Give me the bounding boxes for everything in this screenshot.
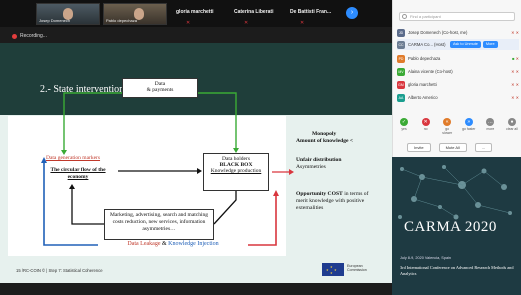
video-tile[interactable]: Pablo depechaza [103, 3, 167, 25]
injection-text: Knowledge Injection [168, 241, 219, 247]
carma-conference: 3rd International Conference on Advanced… [400, 265, 514, 276]
participant-row[interactable]: CC CARMA Co... (Host) Ask to Unmute More [397, 39, 519, 50]
reaction-go-faster[interactable]: » go faster [462, 118, 476, 135]
text-line: Monopoly [312, 131, 337, 137]
meeting-area: Josep Domenech Pablo depechaza gloria ma… [0, 0, 392, 295]
mic-video-off-icon[interactable]: ✕ ✕ [511, 30, 519, 35]
invite-button[interactable]: Invite [407, 143, 431, 152]
avatar: AA [397, 93, 405, 102]
speaker-name[interactable]: De Battisti Fran... [290, 9, 331, 15]
participant-name: CARMA Co... (Host) [408, 42, 446, 47]
box-line: & payments [146, 87, 174, 93]
ask-to-unmute-button[interactable]: Ask to Unmute [450, 41, 481, 48]
reaction-label: go slower [442, 127, 453, 135]
search-placeholder: Find a participant [410, 14, 441, 19]
avatar: GM [397, 80, 405, 89]
data-holders-box: Data holders BLACK BOX Knowledge product… [203, 153, 269, 191]
mic-off-icon: ✕ [300, 20, 305, 26]
reaction-label: more [486, 127, 495, 131]
nonverbal-reactions: ✓ yes ✕ no «go slower » go faster … more ● cl… [397, 118, 519, 135]
mic-video-off-icon[interactable]: ✕ ✕ [511, 95, 519, 100]
panel-actions: Invite Mute All ... [407, 143, 493, 152]
leakage-text: Data Leakage [127, 241, 161, 247]
avatar: PD [397, 54, 405, 63]
eu-flag-logo: ★ ★ ★ ★ [322, 263, 344, 276]
participant-name: Pablo depechaza [408, 56, 441, 61]
reaction-clear-all[interactable]: ● clear all [505, 118, 519, 135]
tile-name: Pablo depechaza [106, 18, 137, 23]
participant-row[interactable]: AA Alberto Americo ✕ ✕ [397, 92, 519, 103]
slide-footer: 15 /RC-COIN © | Step 7: Statistical Cohe… [16, 268, 103, 273]
carma-date: July 8-9, 2020 Valencia, Spain [400, 256, 452, 260]
participant-row[interactable]: GM gloria marchetti ✕ ✕ [397, 79, 519, 90]
text-line: Asymmetries [296, 164, 326, 170]
recording-label: Recording... [20, 33, 47, 39]
participant-row[interactable]: PD Pablo depechaza ■ ✕ [397, 53, 519, 64]
monopoly-text: Monopoly Amount of knowledge < [296, 131, 353, 145]
participant-row[interactable]: JD Josep Domenech (Co-host, me) ✕ ✕ [397, 27, 519, 38]
video-strip: Josep Domenech Pablo depechaza gloria ma… [0, 0, 392, 27]
avatar: MV [397, 67, 405, 76]
unfair-distribution-text: Unfair distribution Asymmetries [296, 157, 341, 171]
circular-flow-label: The circular flow of the economy [50, 167, 106, 180]
carma-promo-banner: CARMA 2020 July 8-9, 2020 Valencia, Spai… [392, 157, 521, 295]
mic-off-icon: ✕ [244, 20, 249, 26]
text-line: Opportunity COST [296, 191, 343, 197]
search-icon [402, 14, 407, 19]
participant-name: Alberto Americo [408, 95, 438, 100]
check-icon: ✓ [400, 118, 408, 126]
record-icon [12, 33, 17, 39]
reaction-more[interactable]: … more [483, 118, 497, 135]
marketing-box: Marketing, advertising, search and match… [104, 209, 214, 240]
cross-icon: ✕ [421, 118, 430, 126]
text-line: Amount of knowledge < [296, 138, 354, 144]
recording-indicator[interactable]: Recording... [12, 33, 47, 39]
mic-on-icon[interactable]: ■ ✕ [512, 56, 519, 61]
tile-name: Josep Domenech [39, 18, 71, 23]
mic-video-off-icon[interactable]: ✕ ✕ [511, 82, 519, 87]
reaction-yes[interactable]: ✓ yes [397, 118, 411, 135]
clear-icon: ● [507, 118, 516, 126]
avatar: CC [397, 40, 405, 49]
participants-panel: Find a participant JD Josep Domenech (Co… [392, 0, 521, 157]
more-button[interactable]: More [482, 41, 498, 48]
mute-all-button[interactable]: Mute All [438, 143, 467, 152]
box-line: Knowledge production [210, 168, 262, 174]
participant-name: Alaina vicente (Co-host) [408, 69, 453, 74]
video-tile[interactable]: Josep Domenech [36, 3, 100, 25]
reaction-label: clear all [506, 127, 518, 131]
opportunity-cost-text: Opportunity COST in terms of merit knowl… [296, 191, 378, 212]
rewind-icon: « [443, 118, 452, 126]
reaction-go-slower[interactable]: «go slower [440, 118, 454, 135]
carma-title: CARMA 2020 [404, 219, 497, 235]
network-graphic [398, 165, 512, 220]
eu-label-line: Commission [347, 268, 367, 272]
next-page-icon[interactable]: › [346, 7, 358, 19]
avatar: JD [397, 28, 405, 37]
mic-video-off-icon[interactable]: ✕ ✕ [511, 69, 519, 74]
reaction-label: yes [401, 127, 407, 131]
more-icon: … [486, 118, 495, 126]
participant-name: gloria marchetti [408, 82, 437, 87]
participant-row[interactable]: MV Alaina vicente (Co-host) ✕ ✕ [397, 66, 519, 77]
fast-forward-icon: » [464, 118, 473, 126]
speaker-name[interactable]: Caterina Liberati [234, 9, 273, 15]
data-generation-markers: Data generation markers [45, 155, 101, 161]
leakage-injection-label: Data Leakage & Knowledge Injection [98, 241, 248, 247]
reaction-no[interactable]: ✕ no [419, 118, 433, 135]
speaker-name[interactable]: gloria marchetti [176, 9, 214, 15]
participant-name: Josep Domenech (Co-host, me) [408, 30, 468, 35]
mic-off-icon: ✕ [186, 20, 191, 26]
reaction-label: no [423, 127, 428, 131]
participant-search-input[interactable]: Find a participant [399, 12, 515, 21]
more-options-button[interactable]: ... [474, 143, 493, 152]
data-payments-box: Data & payments [122, 78, 198, 98]
reaction-label: go faster [462, 127, 476, 131]
eu-label: European Commission [347, 264, 367, 272]
text-line: Unfair distribution [296, 157, 342, 163]
